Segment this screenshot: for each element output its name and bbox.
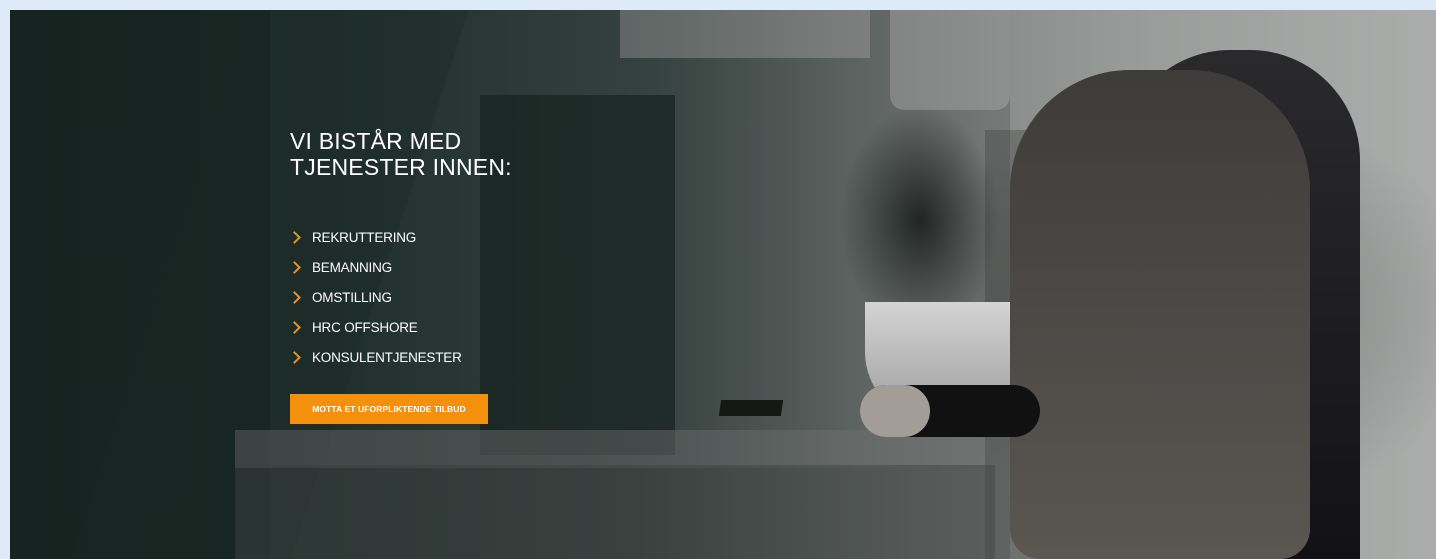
hero-overlay bbox=[10, 10, 1436, 559]
hero-heading-line2: TJENESTER INNEN: bbox=[290, 154, 512, 180]
services-list: REKRUTTERING BEMANNING OMSTILLING HRC OF… bbox=[288, 222, 512, 372]
service-label: REKRUTTERING bbox=[312, 229, 417, 245]
chevron-right-icon bbox=[288, 260, 301, 274]
service-label: KONSULENTJENESTER bbox=[312, 349, 462, 365]
hero-heading-line1: VI BISTÅR MED bbox=[290, 128, 462, 154]
hero-section: VI BISTÅR MED TJENESTER INNEN: REKRUTTER… bbox=[10, 10, 1436, 559]
chevron-right-icon bbox=[288, 290, 301, 304]
chevron-right-icon bbox=[288, 350, 301, 364]
request-offer-button[interactable]: MOTTA ET UFORPLIKTENDE TILBUD bbox=[290, 394, 488, 424]
service-label: OMSTILLING bbox=[312, 289, 392, 305]
service-item-omstilling[interactable]: OMSTILLING bbox=[288, 282, 512, 312]
service-label: BEMANNING bbox=[312, 259, 392, 275]
chevron-right-icon bbox=[288, 230, 301, 244]
service-item-hrc-offshore[interactable]: HRC OFFSHORE bbox=[288, 312, 512, 342]
service-item-rekruttering[interactable]: REKRUTTERING bbox=[288, 222, 512, 252]
hero-content: VI BISTÅR MED TJENESTER INNEN: REKRUTTER… bbox=[288, 128, 512, 424]
service-label: HRC OFFSHORE bbox=[312, 319, 418, 335]
chevron-right-icon bbox=[288, 320, 301, 334]
hero-heading: VI BISTÅR MED TJENESTER INNEN: bbox=[290, 128, 512, 180]
service-item-bemanning[interactable]: BEMANNING bbox=[288, 252, 512, 282]
service-item-konsulentjenester[interactable]: KONSULENTJENESTER bbox=[288, 342, 512, 372]
